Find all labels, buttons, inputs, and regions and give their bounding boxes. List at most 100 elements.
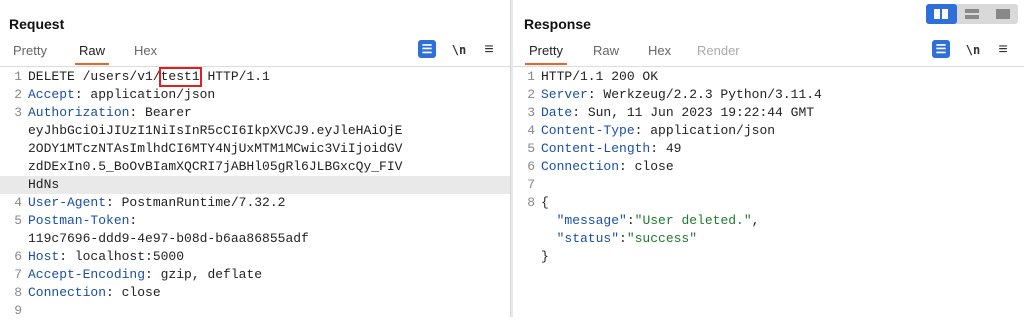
code-text: : gzip, deflate xyxy=(145,267,263,282)
code-key: "status" xyxy=(541,231,620,246)
show-newlines-button[interactable]: \n xyxy=(965,40,981,60)
code-line: 3 Date: Sun, 11 Jun 2023 19:22:44 GMT xyxy=(513,104,1024,122)
code-text: DELETE /users/v1/ xyxy=(28,69,161,84)
code-line: 3 Authorization: Bearer xyxy=(0,104,510,122)
line-number: 1 xyxy=(527,69,535,84)
code-text: zdDExIn0.5_BoOvBIamXQCRI7jABHl05gRl6JLBG… xyxy=(28,159,403,174)
line-content: Server: Werkzeug/2.2.3 Python/3.11.4 xyxy=(541,86,1024,104)
line-number xyxy=(0,230,28,248)
code-text: eyJhbGciOiJIUzI1NiIsInR5cCI6IkpXVCJ9.eyJ… xyxy=(28,123,403,138)
code-text: } xyxy=(541,249,549,264)
line-number xyxy=(0,140,28,158)
single-pane-icon xyxy=(995,9,1010,19)
line-number xyxy=(513,248,541,266)
code-line: zdDExIn0.5_BoOvBIamXQCRI7jABHl05gRl6JLBG… xyxy=(0,158,510,176)
tab-pretty[interactable]: Pretty xyxy=(13,43,47,61)
code-line: 2 Accept: application/json xyxy=(0,86,510,104)
code-line: 9 xyxy=(0,302,510,320)
line-content: Accept-Encoding: gzip, deflate xyxy=(28,266,510,284)
code-key: Content-Type xyxy=(541,123,635,138)
request-editor[interactable]: 1 DELETE /users/v1/test1 HTTP/1.1 2 Accept:… xyxy=(0,67,510,320)
code-text: : close xyxy=(619,159,674,174)
code-line: "status":"success" xyxy=(513,230,1024,248)
code-line: 8 Connection: close xyxy=(0,284,510,302)
single-pane-button[interactable] xyxy=(987,4,1018,24)
line-number: 7 xyxy=(14,267,22,282)
code-line: 1 DELETE /users/v1/test1 HTTP/1.1 xyxy=(0,67,510,87)
code-text: HTTP/1.1 xyxy=(199,69,270,84)
line-content xyxy=(541,176,1024,194)
code-text: 2ODY1MTczNTAsImlhdCI6MTY4NjUxMTM1MCwic3V… xyxy=(28,141,403,156)
line-content: zdDExIn0.5_BoOvBIamXQCRI7jABHl05gRl6JLBG… xyxy=(28,158,510,176)
code-text: : Werkzeug/2.2.3 Python/3.11.4 xyxy=(587,87,822,102)
code-line: 8{ xyxy=(513,194,1024,212)
show-newlines-button[interactable]: \n xyxy=(451,40,467,60)
code-key: Accept-Encoding xyxy=(28,267,146,282)
tab-raw[interactable]: Raw xyxy=(74,43,110,65)
split-vertical-button[interactable] xyxy=(926,4,957,24)
code-key: Connection xyxy=(541,159,620,174)
code-key: Accept xyxy=(28,87,75,102)
line-content: Authorization: Bearer xyxy=(28,104,510,122)
line-number: 6 xyxy=(14,249,22,264)
line-number: 2 xyxy=(527,87,535,102)
code-text: 119c7696-ddd9-4e97-b08d-b6aa86855adf xyxy=(28,231,309,246)
line-content: Content-Type: application/json xyxy=(541,122,1024,140)
line-number: 5 xyxy=(14,213,22,228)
code-line: 2 Server: Werkzeug/2.2.3 Python/3.11.4 xyxy=(513,86,1024,104)
line-content: "message":"User deleted.", xyxy=(541,212,1024,230)
menu-icon[interactable]: ≡ xyxy=(482,40,496,60)
menu-icon[interactable]: ≡ xyxy=(996,40,1010,60)
tab-hex[interactable]: Hex xyxy=(648,43,671,61)
code-text: : application/json xyxy=(74,87,216,102)
code-line: 5 Content-Length: 49 xyxy=(513,140,1024,158)
split-horizontal-icon xyxy=(965,9,979,19)
response-editor[interactable]: 1 HTTP/1.1 200 OK 2 Server: Werkzeug/2.2.3 … xyxy=(513,68,1024,317)
request-title: Request xyxy=(9,16,65,32)
line-number xyxy=(513,212,541,230)
line-content: HTTP/1.1 200 OK xyxy=(541,68,1024,86)
code-line: 7 Accept-Encoding: gzip, deflate xyxy=(0,266,510,284)
line-content: eyJhbGciOiJIUzI1NiIsInR5cCI6IkpXVCJ9.eyJ… xyxy=(28,122,510,140)
code-line: 1 HTTP/1.1 200 OK xyxy=(513,68,1024,86)
code-text: : xyxy=(626,213,635,228)
code-line: "message":"User deleted.", xyxy=(513,212,1024,230)
code-text: HTTP/1.1 200 OK xyxy=(541,69,659,84)
line-number: 2 xyxy=(14,87,22,102)
line-number xyxy=(0,122,28,140)
line-content: Accept: application/json xyxy=(28,86,510,104)
tab-hex[interactable]: Hex xyxy=(134,43,157,61)
line-content: Host: localhost:5000 xyxy=(28,248,510,266)
code-text: HdNs xyxy=(28,177,60,192)
line-number: 4 xyxy=(14,195,22,210)
code-text: : Bearer xyxy=(129,105,192,120)
line-number: 4 xyxy=(527,123,535,138)
code-key: Date xyxy=(541,105,573,120)
code-line: 4 User-Agent: PostmanRuntime/7.32.2 xyxy=(0,194,510,212)
code-key: Server xyxy=(541,87,588,102)
code-string: "success" xyxy=(626,231,698,246)
code-line: 119c7696-ddd9-4e97-b08d-b6aa86855adf xyxy=(0,230,510,248)
code-line: 5 Postman-Token: xyxy=(0,212,510,230)
code-text: : Sun, 11 Jun 2023 19:22:44 GMT xyxy=(572,105,815,120)
wrap-lines-icon[interactable]: ☰ xyxy=(932,40,950,58)
code-line: 7 xyxy=(513,176,1024,194)
line-number xyxy=(513,230,541,248)
tab-raw[interactable]: Raw xyxy=(593,43,619,61)
code-key: Connection xyxy=(28,285,107,300)
line-number xyxy=(0,176,28,194)
code-text: { xyxy=(541,195,549,210)
line-number: 8 xyxy=(14,285,22,300)
line-number: 9 xyxy=(14,303,22,318)
wrap-lines-icon[interactable]: ☰ xyxy=(418,40,436,58)
tab-render[interactable]: Render xyxy=(697,43,740,61)
line-content: Content-Length: 49 xyxy=(541,140,1024,158)
line-content: } xyxy=(541,248,1024,266)
tab-pretty[interactable]: Pretty xyxy=(525,43,567,65)
response-pane: Response Pretty Raw Hex Render ☰ \n ≡ 1H… xyxy=(513,0,1024,317)
code-line: } xyxy=(513,248,1024,266)
split-horizontal-button[interactable] xyxy=(957,4,988,24)
response-title: Response xyxy=(524,16,591,32)
code-line: 4 Content-Type: application/json xyxy=(513,122,1024,140)
line-content: Connection: close xyxy=(28,284,510,302)
